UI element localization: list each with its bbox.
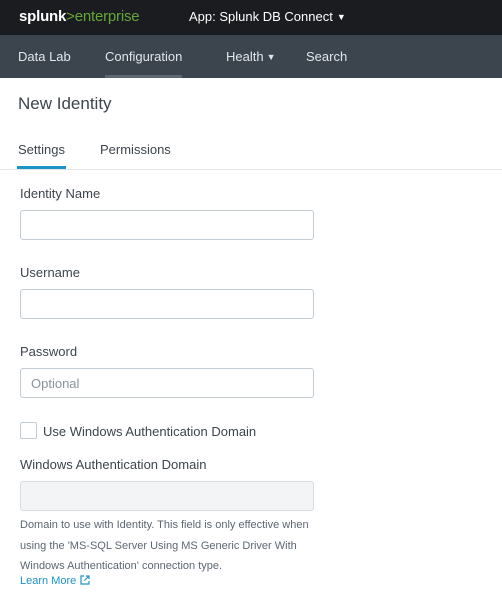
external-link-icon <box>80 575 90 588</box>
tab-label: Permissions <box>100 142 171 157</box>
top-bar: splunk>enterprise App: Splunk DB Connect… <box>0 0 502 35</box>
nav-item-health[interactable]: Health ▼ <box>226 35 276 78</box>
logo-brand: splunk <box>19 8 67 25</box>
nav-item-label: Data Lab <box>18 49 71 64</box>
identity-name-input[interactable] <box>20 210 314 240</box>
windows-domain-label: Windows Authentication Domain <box>20 457 207 472</box>
windows-domain-help-text: Domain to use with Identity. This field … <box>20 519 309 572</box>
username-input[interactable] <box>20 289 314 319</box>
nav-item-label: Search <box>306 49 348 64</box>
logo-product: enterprise <box>74 8 140 25</box>
caret-down-icon: ▼ <box>266 52 276 62</box>
nav-item-label: Configuration <box>105 49 183 64</box>
nav-item-search[interactable]: Search <box>306 35 347 78</box>
identity-name-label: Identity Name <box>20 186 101 201</box>
password-input[interactable] <box>20 368 314 398</box>
learn-more-label: Learn More <box>20 575 77 587</box>
app-menu-label: App: Splunk DB Connect <box>189 9 333 24</box>
nav-item-data-lab[interactable]: Data Lab <box>18 35 71 78</box>
use-windows-auth-label[interactable]: Use Windows Authentication Domain <box>43 424 256 439</box>
splunk-logo[interactable]: splunk>enterprise <box>19 8 140 25</box>
use-windows-auth-checkbox[interactable] <box>20 422 37 439</box>
password-label: Password <box>20 344 78 359</box>
username-label: Username <box>20 265 80 280</box>
nav-item-configuration[interactable]: Configuration <box>105 35 183 78</box>
logo-separator: > <box>66 8 75 25</box>
caret-down-icon: ▼ <box>336 12 346 22</box>
tab-permissions[interactable]: Permissions <box>100 142 171 157</box>
learn-more-link[interactable]: Learn More <box>20 575 90 588</box>
tab-settings[interactable]: Settings <box>17 142 66 169</box>
page-title: New Identity <box>18 94 112 113</box>
tab-bar: Settings Permissions <box>0 130 502 170</box>
app-menu[interactable]: App: Splunk DB Connect ▼ <box>189 9 346 24</box>
nav-item-label: Health <box>226 49 264 64</box>
windows-domain-input[interactable] <box>20 481 314 511</box>
tab-label: Settings <box>18 142 65 157</box>
app-nav-bar: Data Lab Configuration Health ▼ Search <box>0 35 502 78</box>
